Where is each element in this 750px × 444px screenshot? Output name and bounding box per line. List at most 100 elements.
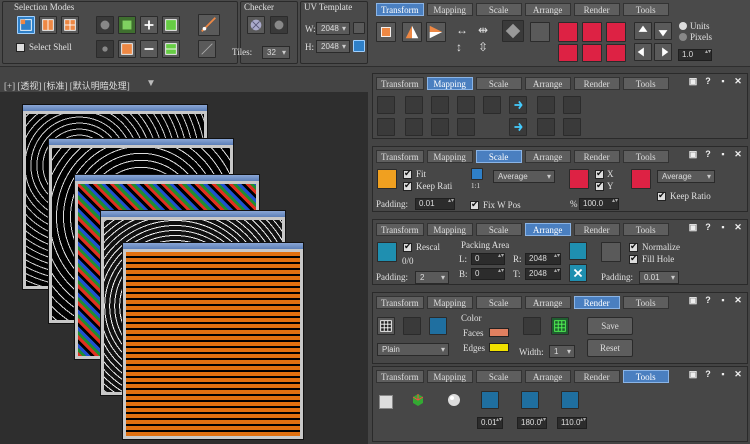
planar-map-icon[interactable]: [377, 96, 395, 114]
width-dropdown[interactable]: 1: [549, 345, 575, 358]
tab-transform[interactable]: Transform: [376, 3, 424, 16]
align-top-icon[interactable]: [558, 44, 578, 62]
select-grid-icon[interactable]: [162, 16, 180, 34]
scale-x-checkbox[interactable]: [595, 168, 604, 179]
select-element-icon[interactable]: [118, 16, 136, 34]
reset-area-icon[interactable]: [569, 264, 587, 282]
tool-angle-icon[interactable]: [561, 391, 579, 409]
fit-checkbox[interactable]: [403, 168, 412, 179]
percent-input[interactable]: 100.0: [579, 198, 619, 210]
tab-tools[interactable]: Tools: [622, 77, 669, 90]
help-icon[interactable]: ?: [703, 369, 713, 379]
scale-y-checkbox[interactable]: [595, 180, 604, 191]
tab-arrange[interactable]: Arrange: [524, 296, 571, 309]
height-dropdown[interactable]: 2048: [316, 40, 350, 53]
checker-toggle-icon[interactable]: [247, 16, 265, 34]
tab-mapping[interactable]: Mapping: [426, 150, 473, 163]
edges-color-swatch[interactable]: [489, 343, 509, 352]
tab-render[interactable]: Render: [573, 150, 620, 163]
tab-mapping[interactable]: Mapping: [426, 370, 473, 383]
stretch-h-icon[interactable]: ⇹: [478, 23, 488, 38]
select-loop-icon[interactable]: [162, 40, 180, 58]
tab-scale[interactable]: Scale: [475, 223, 522, 236]
tab-scale[interactable]: Scale: [475, 3, 522, 16]
sphere-icon[interactable]: [447, 393, 461, 407]
break-icon[interactable]: [431, 118, 449, 136]
scale-icon[interactable]: [569, 169, 589, 189]
dock-icon[interactable]: ▣: [688, 369, 698, 379]
tool-value-3[interactable]: 110.0: [557, 417, 587, 429]
tab-scale[interactable]: Scale: [475, 296, 522, 309]
help-icon[interactable]: ?: [703, 76, 713, 86]
tab-mapping[interactable]: Mapping: [426, 223, 473, 236]
unfold-icon[interactable]: [509, 96, 527, 114]
help-icon[interactable]: ?: [703, 295, 713, 305]
peel-icon[interactable]: [537, 96, 555, 114]
tab-mapping[interactable]: Mapping: [426, 296, 473, 309]
tab-transform[interactable]: Transform: [376, 370, 424, 383]
align-center-icon[interactable]: [582, 22, 602, 42]
stretch-v-icon[interactable]: ⇳: [478, 40, 488, 55]
save-button[interactable]: Save: [587, 317, 633, 335]
units-radio[interactable]: [679, 22, 687, 30]
dock-icon[interactable]: ▣: [688, 295, 698, 305]
render-mode-dropdown[interactable]: Plain: [377, 343, 449, 356]
tab-scale[interactable]: Scale: [475, 150, 522, 163]
detach-icon[interactable]: [457, 118, 475, 136]
tool-value-1[interactable]: 0.01: [477, 417, 503, 429]
flip-v-icon[interactable]: ↕: [456, 40, 462, 55]
checker-pattern-icon[interactable]: [270, 16, 288, 34]
fill-hole-checkbox[interactable]: [629, 253, 638, 264]
select-by-angle-icon[interactable]: [198, 14, 220, 36]
tab-render[interactable]: Render: [573, 223, 620, 236]
align-left-icon[interactable]: [558, 22, 578, 42]
align-icon[interactable]: [530, 22, 550, 42]
move-right-icon[interactable]: [654, 43, 672, 61]
flip-h-icon[interactable]: ↔: [456, 23, 468, 38]
tab-arrange[interactable]: Arrange: [524, 3, 571, 16]
tab-arrange[interactable]: Arrange: [524, 150, 571, 163]
rescal-checkbox[interactable]: [403, 241, 412, 252]
help-icon[interactable]: ?: [703, 222, 713, 232]
render-grid-icon[interactable]: [377, 317, 395, 335]
tab-arrange[interactable]: Arrange: [524, 370, 571, 383]
template-settings-icon[interactable]: [353, 22, 365, 34]
dock-icon[interactable]: ▣: [688, 76, 698, 86]
tab-transform[interactable]: Transform: [376, 223, 424, 236]
minimize-icon[interactable]: ▪: [718, 149, 728, 159]
pixels-radio[interactable]: [679, 33, 687, 41]
padding-input[interactable]: 0.01: [415, 198, 455, 210]
grow-selection-icon[interactable]: [96, 16, 114, 34]
average-dropdown-2[interactable]: Average: [657, 170, 715, 183]
align-middle-icon[interactable]: [582, 44, 602, 62]
faces-color-swatch[interactable]: [489, 328, 509, 337]
keep-ratio-checkbox[interactable]: [657, 190, 666, 201]
keep-ratio-left-checkbox[interactable]: [403, 180, 412, 191]
shrink-selection-icon[interactable]: [96, 40, 114, 58]
scale-fit-icon[interactable]: [377, 169, 397, 189]
close-icon[interactable]: ✕: [733, 76, 743, 86]
close-icon[interactable]: ✕: [733, 149, 743, 159]
render-dark-grid-icon[interactable]: [523, 317, 541, 335]
reset-button[interactable]: Reset: [587, 339, 633, 357]
tab-mapping[interactable]: Mapping: [426, 3, 473, 16]
funnel-icon[interactable]: ▼: [146, 78, 156, 89]
minus-select-icon[interactable]: [140, 40, 158, 58]
fix-w-pos-checkbox[interactable]: [470, 199, 479, 210]
move-left-icon[interactable]: [634, 43, 652, 61]
select-shell-checkbox[interactable]: [16, 43, 25, 52]
tab-tools[interactable]: Tools: [622, 150, 669, 163]
freeform-icon[interactable]: [376, 22, 396, 42]
tab-tools[interactable]: Tools: [622, 223, 669, 236]
tab-transform[interactable]: Transform: [376, 296, 424, 309]
align-bottom-icon[interactable]: [606, 44, 626, 62]
render-wire-icon[interactable]: [429, 317, 447, 335]
edge-mode-icon[interactable]: [39, 16, 57, 34]
tab-scale[interactable]: Scale: [475, 370, 522, 383]
dock-icon[interactable]: ▣: [688, 149, 698, 159]
face-mode-icon[interactable]: [61, 16, 79, 34]
minimize-icon[interactable]: ▪: [718, 369, 728, 379]
tab-transform[interactable]: Transform: [376, 77, 424, 90]
tab-scale[interactable]: Scale: [475, 77, 522, 90]
help-icon[interactable]: ?: [703, 149, 713, 159]
